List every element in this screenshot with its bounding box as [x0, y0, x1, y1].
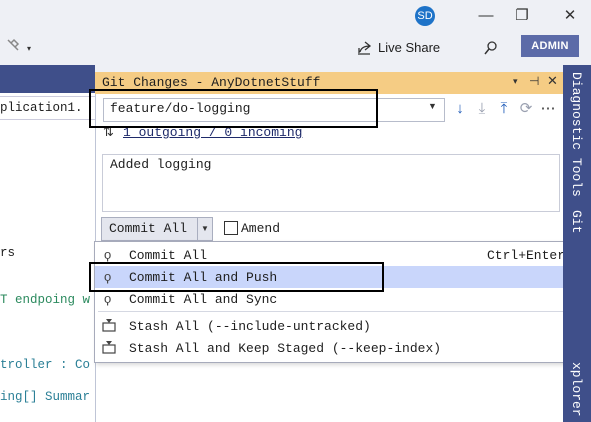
close-button[interactable]: ✕ — [561, 7, 579, 25]
commit-message-text: Added logging — [110, 157, 212, 172]
tab-explorer[interactable]: xplorer — [569, 362, 584, 417]
code-line: T endpoing w — [0, 293, 91, 307]
code-line: rs — [0, 246, 16, 260]
share-icon[interactable] — [356, 40, 372, 56]
stash-icon — [102, 340, 116, 354]
commit-icon: ϙ — [104, 291, 112, 306]
pin-off-icon[interactable] — [6, 38, 20, 52]
menu-item-label: Commit All and Sync — [129, 292, 278, 307]
highlight-box-commit-push — [89, 262, 384, 292]
live-share-button[interactable]: Live Share — [378, 38, 440, 58]
chevron-down-icon[interactable]: ▼ — [428, 101, 437, 111]
sync-icon[interactable]: ⟳ — [517, 100, 535, 118]
menu-item-label: Commit All — [129, 248, 208, 263]
menu-item-label: Stash All and Keep Staged (--keep-index) — [129, 341, 442, 356]
push-icon[interactable]: ⤒ — [495, 100, 513, 118]
amend-label: Amend — [241, 221, 281, 236]
minimize-button[interactable]: — — [477, 7, 495, 25]
panel-dropdown-icon[interactable]: ▾ — [513, 76, 518, 87]
fetch-icon[interactable]: ↓ — [451, 100, 469, 118]
highlight-box-branch — [89, 89, 378, 128]
editor-tab-bar — [0, 65, 95, 93]
feedback-icon[interactable] — [483, 40, 499, 56]
stash-icon — [102, 318, 116, 332]
commit-icon: ϙ — [104, 247, 112, 262]
user-avatar[interactable]: SD — [415, 6, 435, 26]
git-changes-title: Git Changes - AnyDotnetStuff — [102, 75, 321, 90]
toolbar-overflow-icon[interactable]: ▾ — [27, 44, 35, 53]
code-line: plication1. — [0, 101, 83, 115]
admin-badge[interactable]: ADMIN — [521, 35, 579, 57]
menu-separator — [98, 311, 584, 312]
pin-icon[interactable]: ⊣ — [529, 74, 539, 88]
tab-diagnostic-tools[interactable]: Diagnostic Tools — [569, 72, 584, 197]
menu-item-label: Stash All (--include-untracked) — [129, 319, 371, 334]
commit-all-label: Commit All — [109, 221, 188, 236]
title-bar — [0, 0, 591, 33]
menu-item-shortcut: Ctrl+Enter — [487, 248, 566, 263]
panel-close-icon[interactable]: ✕ — [547, 73, 558, 89]
more-options-icon[interactable]: ⋯ — [539, 100, 557, 118]
restore-button[interactable]: ❐ — [513, 7, 531, 25]
pull-icon[interactable]: ⤓ — [473, 100, 491, 118]
amend-checkbox[interactable] — [224, 221, 238, 235]
code-line: troller : Co — [0, 358, 91, 372]
toolbar — [0, 33, 591, 65]
tab-git[interactable]: Git — [569, 210, 584, 233]
code-line: ing[] Summar — [0, 390, 91, 404]
commit-dropdown-button[interactable]: ▼ — [197, 217, 213, 241]
